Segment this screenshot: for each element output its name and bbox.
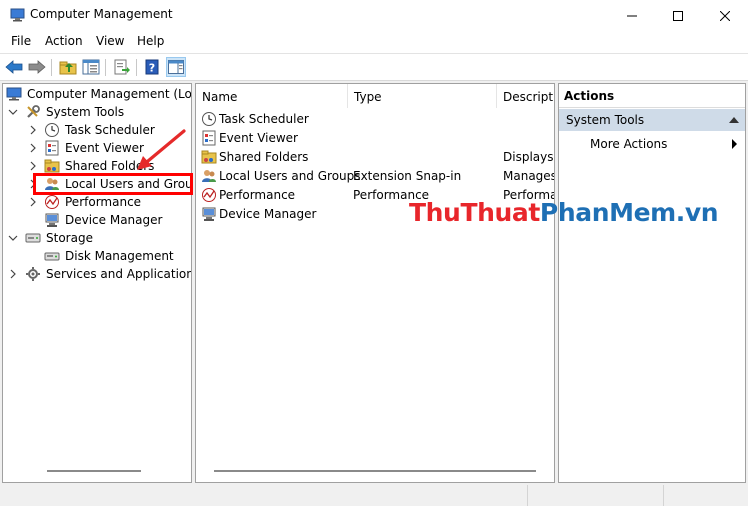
list-item[interactable]: Task Scheduler: [196, 110, 554, 129]
show-hide-action-pane-icon: [168, 60, 184, 74]
list-item[interactable]: Shared Folders Displays s: [196, 148, 554, 167]
tree-label: Performance: [65, 195, 142, 209]
status-bar: [0, 485, 748, 506]
computer-management-icon: [10, 8, 25, 22]
maximize-icon: [673, 10, 683, 21]
toolbar-separator: [105, 59, 106, 76]
toolbar-separator: [136, 59, 137, 76]
horizontal-scrollbar-thumb[interactable]: [47, 470, 141, 472]
event-viewer-icon: [44, 140, 60, 156]
users-icon: [201, 168, 217, 184]
help-button[interactable]: ?: [142, 57, 162, 77]
chevron-right-icon[interactable]: [28, 160, 38, 172]
system-tools-icon: [25, 104, 41, 120]
tree-label: Services and Applications: [46, 267, 192, 281]
tree-label: System Tools: [46, 105, 125, 119]
column-header-description[interactable]: Descriptio: [497, 84, 554, 108]
chevron-right-icon[interactable]: [28, 196, 38, 208]
computer-management-icon: [6, 86, 22, 102]
tree-item-storage[interactable]: Storage: [3, 229, 191, 247]
chevron-right-icon[interactable]: [28, 142, 38, 154]
tree-item-disk-management[interactable]: Disk Management: [3, 247, 191, 265]
up-level-button[interactable]: [58, 57, 78, 77]
shared-folder-icon: [201, 149, 217, 165]
tree-item-device-manager[interactable]: Device Manager: [3, 211, 191, 229]
back-arrow-icon: [5, 60, 23, 74]
horizontal-scrollbar-thumb[interactable]: [214, 470, 536, 472]
actions-header: Actions: [559, 84, 745, 108]
chevron-right-icon[interactable]: [28, 124, 38, 136]
tree-label: Event Viewer: [65, 141, 144, 155]
export-list-button[interactable]: [112, 57, 132, 77]
up-folder-icon: [59, 61, 77, 75]
actions-group-system-tools[interactable]: System Tools: [559, 109, 745, 131]
close-icon: [720, 10, 730, 21]
menu-file[interactable]: File: [11, 34, 31, 48]
tree-label: Device Manager: [65, 213, 163, 227]
status-cell: [527, 485, 663, 506]
toolbar-separator: [51, 59, 52, 76]
back-button[interactable]: [4, 57, 24, 77]
device-manager-icon: [44, 212, 60, 228]
annotation-arrow-icon: [137, 129, 186, 170]
shared-folder-icon: [44, 158, 60, 174]
chevron-right-icon[interactable]: [8, 268, 18, 280]
actions-pane: Actions System Tools More Actions: [558, 83, 746, 483]
menu-action[interactable]: Action: [45, 34, 83, 48]
submenu-arrow-icon: [732, 139, 737, 149]
chevron-down-icon[interactable]: [8, 106, 18, 118]
maximize-button[interactable]: [655, 0, 701, 31]
device-manager-icon: [201, 206, 217, 222]
watermark: ThuThuatPhanMem.vn: [409, 198, 719, 227]
show-hide-tree-button[interactable]: [81, 57, 101, 77]
list-item[interactable]: Event Viewer: [196, 129, 554, 148]
help-icon: ?: [145, 59, 159, 75]
more-actions-item[interactable]: More Actions: [559, 134, 745, 154]
tree-item-system-tools[interactable]: System Tools: [3, 103, 191, 121]
chevron-down-icon[interactable]: [8, 232, 18, 244]
show-hide-tree-icon: [82, 59, 100, 75]
menu-help[interactable]: Help: [137, 34, 164, 48]
tree-label: Storage: [46, 231, 93, 245]
close-button[interactable]: [702, 0, 748, 31]
event-viewer-icon: [201, 130, 217, 146]
disk-management-icon: [44, 248, 60, 264]
svg-text:?: ?: [149, 62, 155, 75]
minimize-button[interactable]: [609, 0, 655, 31]
collapse-up-icon: [729, 117, 739, 123]
menu-view[interactable]: View: [96, 34, 124, 48]
annotation-highlight-box: [33, 173, 193, 195]
tree-item-root[interactable]: Computer Management (Local: [3, 85, 192, 103]
performance-icon: [44, 194, 60, 210]
window-title: Computer Management: [30, 7, 173, 21]
results-list-pane[interactable]: Name Type Descriptio Task Scheduler Even…: [195, 83, 555, 483]
title-bar: Computer Management: [0, 0, 748, 31]
storage-icon: [25, 230, 41, 246]
forward-arrow-icon: [28, 60, 46, 74]
performance-icon: [201, 187, 217, 203]
tree-label: Computer Management (Local: [27, 87, 192, 101]
forward-button[interactable]: [27, 57, 47, 77]
column-header-type[interactable]: Type: [348, 84, 497, 108]
tree-item-services-and-applications[interactable]: Services and Applications: [3, 265, 192, 283]
minimize-icon: [627, 15, 637, 16]
export-list-icon: [114, 59, 130, 75]
column-header-name[interactable]: Name: [196, 84, 348, 108]
tree-item-performance[interactable]: Performance: [3, 193, 191, 211]
list-item[interactable]: Local Users and Groups Extension Snap-in…: [196, 167, 554, 186]
menu-bar: File Action View Help: [0, 31, 748, 53]
tree-label: Disk Management: [65, 249, 174, 263]
clock-icon: [44, 122, 60, 138]
toolbar: ?: [0, 53, 748, 81]
status-cell: [663, 485, 748, 506]
show-hide-action-pane-button[interactable]: [166, 57, 186, 77]
services-icon: [25, 266, 41, 282]
clock-icon: [201, 111, 217, 127]
